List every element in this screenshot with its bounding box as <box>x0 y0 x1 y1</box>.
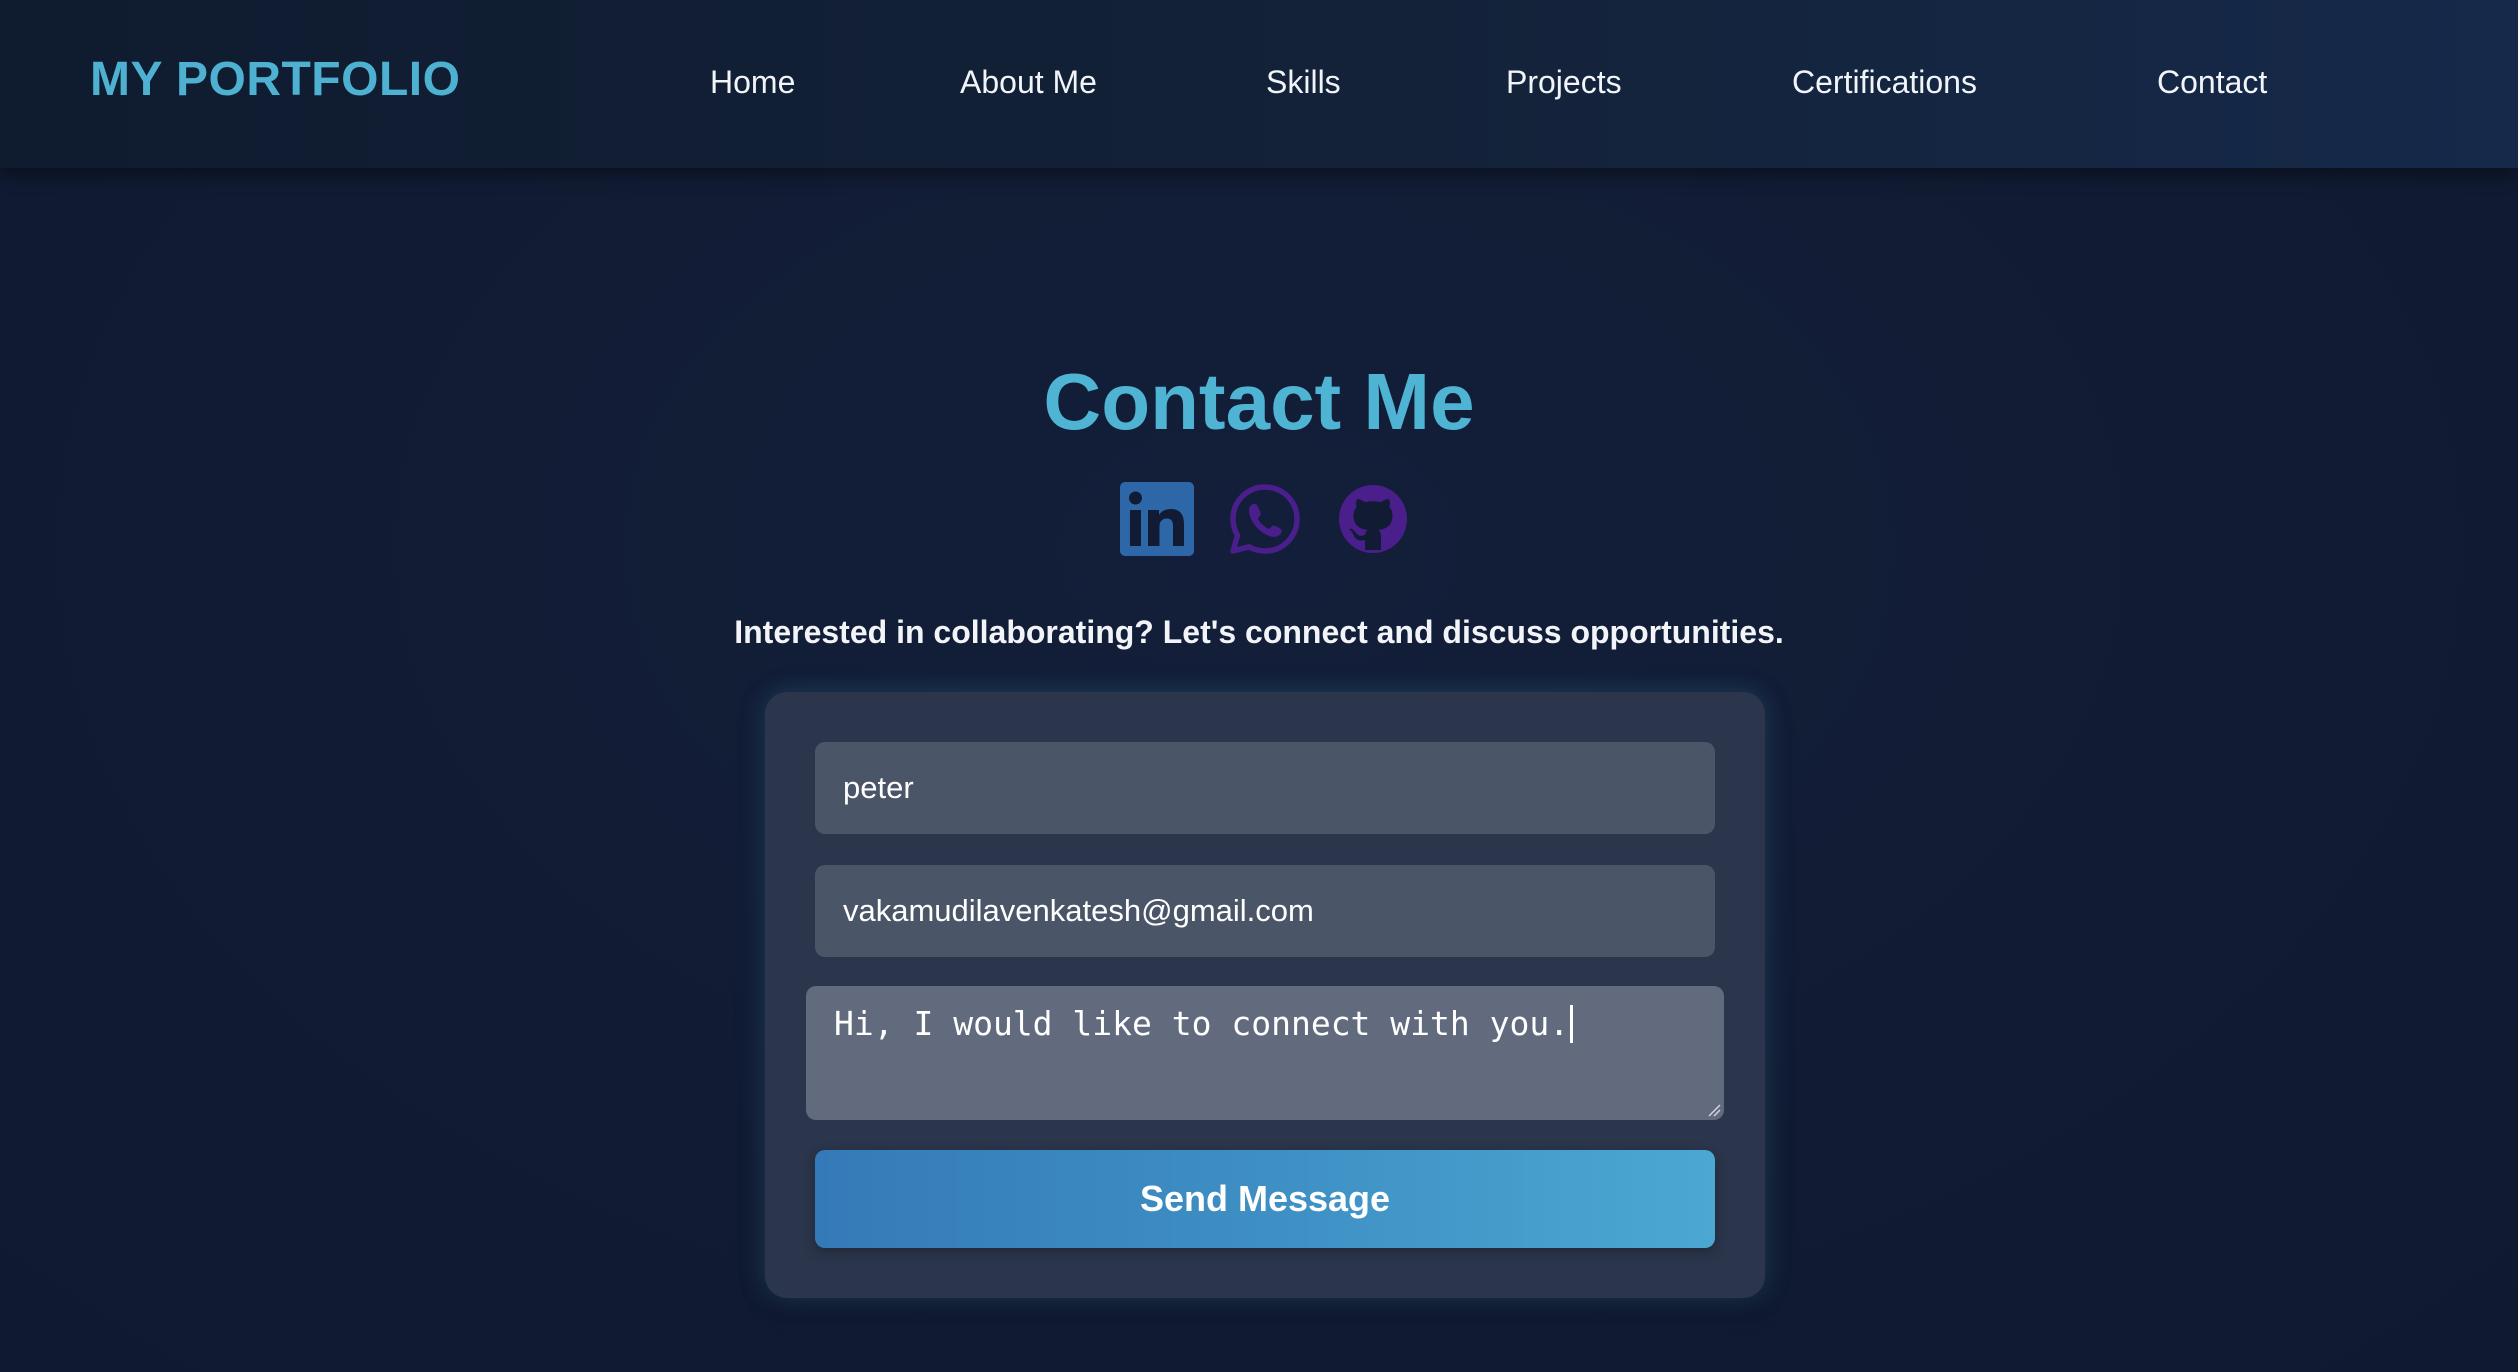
name-input[interactable]: peter <box>815 742 1715 834</box>
nav-link-projects[interactable]: Projects <box>1506 60 1622 104</box>
navbar: MY PORTFOLIO Home About Me Skills Projec… <box>0 0 2518 168</box>
message-textarea[interactable]: Hi, I would like to connect with you. <box>806 986 1724 1120</box>
resize-handle-icon[interactable] <box>1707 1103 1721 1117</box>
page-title: Contact Me <box>1043 357 1475 446</box>
github-icon[interactable] <box>1336 482 1410 556</box>
contact-form: peter vakamudilavenkatesh@gmail.com Hi, … <box>765 692 1765 1298</box>
whatsapp-icon[interactable] <box>1228 482 1302 556</box>
nav-link-certifications[interactable]: Certifications <box>1792 60 1977 104</box>
nav-link-about-me[interactable]: About Me <box>960 60 1097 104</box>
nav-links: Home About Me Skills Projects Certificat… <box>0 60 2518 104</box>
nav-link-contact[interactable]: Contact <box>2157 60 2267 104</box>
contact-tagline: Interested in collaborating? Let's conne… <box>734 614 1784 650</box>
message-text: Hi, I would like to connect with you. <box>834 1004 1570 1043</box>
nav-link-skills[interactable]: Skills <box>1266 60 1341 104</box>
text-caret <box>1570 1005 1574 1043</box>
nav-link-home[interactable]: Home <box>710 60 795 104</box>
social-links <box>0 482 2518 558</box>
email-input[interactable]: vakamudilavenkatesh@gmail.com <box>815 865 1715 957</box>
linkedin-icon[interactable] <box>1120 482 1194 556</box>
send-message-button[interactable]: Send Message <box>815 1150 1715 1248</box>
